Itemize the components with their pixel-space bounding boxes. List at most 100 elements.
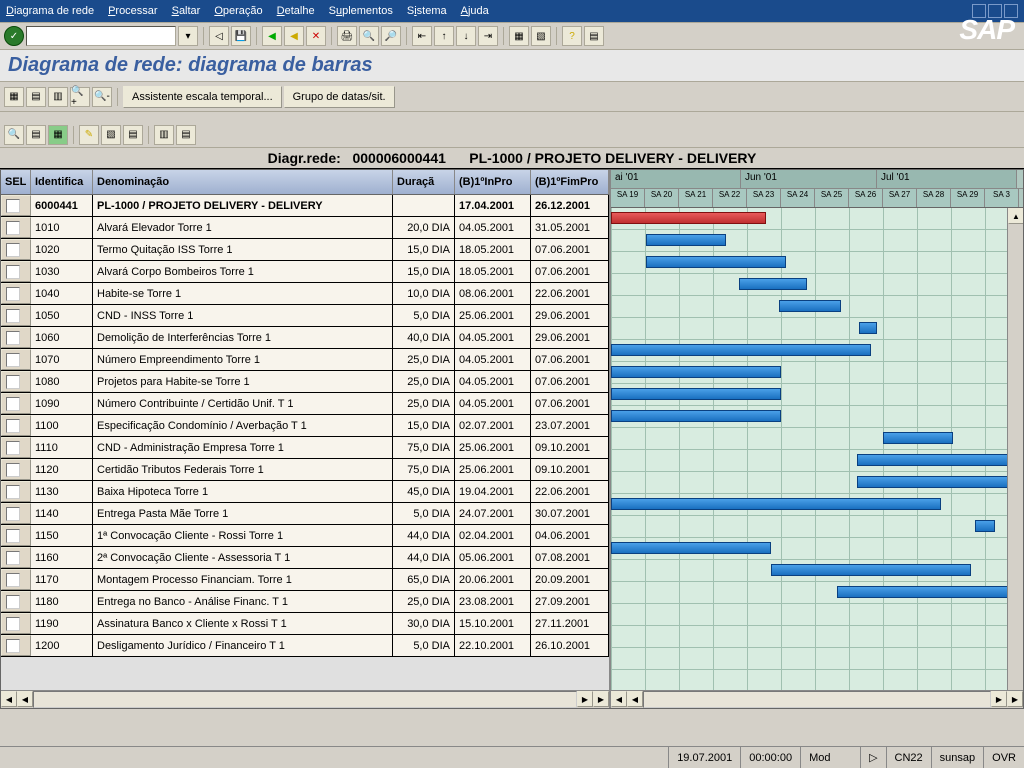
row-selector[interactable] (1, 349, 31, 370)
gantt-bar[interactable] (646, 256, 786, 268)
gantt-scroll-right-icon[interactable]: ▶ (991, 691, 1007, 707)
icon-f[interactable]: ▤ (123, 125, 143, 145)
table-row[interactable]: 1190Assinatura Banco x Cliente x Rossi T… (1, 613, 609, 635)
table-row[interactable]: 1110CND - Administração Empresa Torre 17… (1, 437, 609, 459)
col-fim[interactable]: (B)1ºFimPro (531, 170, 609, 194)
icon-b[interactable]: ▤ (26, 125, 46, 145)
gantt-row[interactable] (611, 208, 1023, 230)
table-row[interactable]: 1140Entrega Pasta Mãe Torre 15,0 DIA24.0… (1, 503, 609, 525)
table-row[interactable]: 1010Alvará Elevador Torre 120,0 DIA04.05… (1, 217, 609, 239)
table-row[interactable]: 1060Demolição de Interferências Torre 14… (1, 327, 609, 349)
col-dur[interactable]: Duraçã (393, 170, 455, 194)
zoom-in-icon[interactable]: 🔍+ (70, 87, 90, 107)
gantt-row[interactable] (611, 362, 1023, 384)
gantt-row[interactable] (611, 340, 1023, 362)
gantt-row[interactable] (611, 318, 1023, 340)
icon-e[interactable]: ▧ (101, 125, 121, 145)
row-selector[interactable] (1, 371, 31, 392)
gantt-row[interactable] (611, 252, 1023, 274)
find-next-icon[interactable]: 🔎 (381, 26, 401, 46)
icon-c[interactable]: ▦ (48, 125, 68, 145)
new-session-icon[interactable]: ▦ (509, 26, 529, 46)
back-green-icon[interactable]: ◀ (262, 26, 282, 46)
table-row[interactable]: 1080Projetos para Habite-se Torre 125,0 … (1, 371, 609, 393)
gantt-scroll-right2-icon[interactable]: ▶ (1007, 691, 1023, 707)
icon-d[interactable]: ✎ (79, 125, 99, 145)
table-row[interactable]: 1170Montagem Processo Financiam. Torre 1… (1, 569, 609, 591)
table-row[interactable]: 1070Número Empreendimento Torre 125,0 DI… (1, 349, 609, 371)
row-selector[interactable] (1, 459, 31, 480)
table-row[interactable]: 1030Alvará Corpo Bombeiros Torre 115,0 D… (1, 261, 609, 283)
row-selector[interactable] (1, 503, 31, 524)
gantt-bar[interactable] (857, 476, 1017, 488)
menu-sistema[interactable]: Sistema (407, 5, 447, 17)
last-page-icon[interactable]: ⇥ (478, 26, 498, 46)
gantt-row[interactable] (611, 384, 1023, 406)
table-row[interactable]: 1120Certidão Tributos Federais Torre 175… (1, 459, 609, 481)
back-icon[interactable]: ◁ (209, 26, 229, 46)
menu-detalhe[interactable]: Detalhe (277, 5, 315, 17)
first-page-icon[interactable]: ⇤ (412, 26, 432, 46)
scroll-right-icon[interactable]: ▶ (577, 691, 593, 707)
gantt-bar[interactable] (975, 520, 995, 532)
icon-a[interactable]: 🔍 (4, 125, 24, 145)
gantt-row[interactable] (611, 274, 1023, 296)
row-selector[interactable] (1, 239, 31, 260)
gantt-bar[interactable] (611, 388, 781, 400)
row-selector[interactable] (1, 525, 31, 546)
gantt-row[interactable] (611, 582, 1023, 604)
gantt-bar[interactable] (859, 322, 877, 334)
gantt-row[interactable] (611, 428, 1023, 450)
menu-operacao[interactable]: Operação (214, 5, 262, 17)
cancel-icon[interactable]: ✕ (306, 26, 326, 46)
layout-icon[interactable]: ▤ (584, 26, 604, 46)
dropdown-icon[interactable]: ▾ (178, 26, 198, 46)
scroll-left2-icon[interactable]: ◀ (17, 691, 33, 707)
table-row[interactable]: 1200Desligamento Jurídico / Financeiro T… (1, 635, 609, 657)
col-id[interactable]: Identifica (31, 170, 93, 194)
prev-page-icon[interactable]: ↑ (434, 26, 454, 46)
menu-diagrama[interactable]: Diagrama de rede (6, 5, 94, 17)
gantt-bar[interactable] (883, 432, 953, 444)
table-row[interactable]: 11602ª Convocação Cliente - Assessoria T… (1, 547, 609, 569)
col-inp[interactable]: (B)1ºInPro (455, 170, 531, 194)
row-selector[interactable] (1, 261, 31, 282)
gantt-bar[interactable] (611, 366, 781, 378)
icon-h[interactable]: ▤ (176, 125, 196, 145)
gantt-scroll-left-icon[interactable]: ◀ (611, 691, 627, 707)
command-field[interactable] (26, 26, 176, 46)
row-selector[interactable] (1, 283, 31, 304)
row-selector[interactable] (1, 437, 31, 458)
row-selector[interactable] (1, 591, 31, 612)
grupo-button[interactable]: Grupo de datas/sit. (284, 86, 395, 108)
grid-h-scroll[interactable]: ◀ ◀ ▶ ▶ (1, 690, 609, 708)
shortcut-icon[interactable]: ▧ (531, 26, 551, 46)
table-row[interactable]: 11501ª Convocação Cliente - Rossi Torre … (1, 525, 609, 547)
col-sel[interactable]: SEL (1, 170, 31, 194)
zoom-out-icon[interactable]: 🔍- (92, 87, 112, 107)
row-selector[interactable] (1, 195, 31, 216)
gantt-row[interactable] (611, 296, 1023, 318)
help-icon[interactable]: ? (562, 26, 582, 46)
gantt-body[interactable] (611, 208, 1023, 690)
gantt-bar[interactable] (739, 278, 807, 290)
table-row[interactable]: 1020Termo Quitação ISS Torre 115,0 DIA18… (1, 239, 609, 261)
tool-btn-3[interactable]: ▥ (48, 87, 68, 107)
scroll-left-icon[interactable]: ◀ (1, 691, 17, 707)
enter-button[interactable]: ✓ (4, 26, 24, 46)
tool-btn-1[interactable]: ▦ (4, 87, 24, 107)
gantt-bar[interactable] (611, 212, 766, 224)
table-row[interactable]: 1040Habite-se Torre 110,0 DIA08.06.20012… (1, 283, 609, 305)
row-selector[interactable] (1, 481, 31, 502)
gantt-scroll-up-icon[interactable]: ▲ (1008, 208, 1023, 224)
gantt-row[interactable] (611, 494, 1023, 516)
gantt-bar[interactable] (611, 498, 941, 510)
gantt-bar[interactable] (771, 564, 971, 576)
gantt-row[interactable] (611, 626, 1023, 648)
find-icon[interactable]: 🔍 (359, 26, 379, 46)
gantt-h-scroll[interactable]: ◀ ◀ ▶ ▶ (611, 690, 1023, 708)
menu-processar[interactable]: Processar (108, 5, 158, 17)
gantt-v-scroll[interactable]: ▲ (1007, 208, 1023, 690)
menu-suplementos[interactable]: Suplementos (329, 5, 393, 17)
table-row[interactable]: 1130Baixa Hipoteca Torre 145,0 DIA19.04.… (1, 481, 609, 503)
